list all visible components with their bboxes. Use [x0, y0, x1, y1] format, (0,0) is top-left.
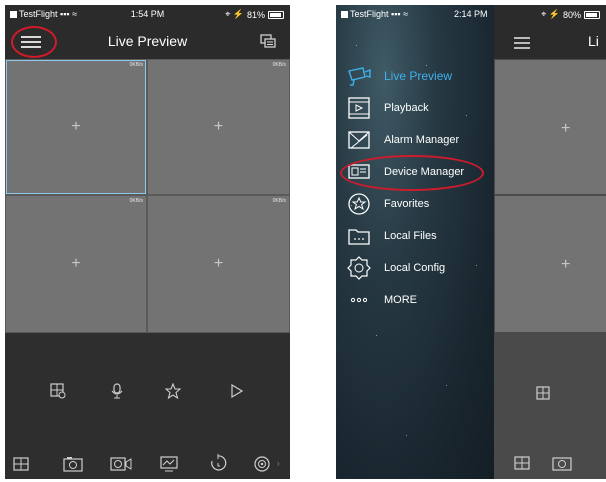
status-battery: ⌖ ⚡ 81% — [225, 9, 284, 20]
status-carrier: TestFlight ▪▪▪ ≈ — [341, 9, 408, 19]
local-config-icon — [347, 256, 371, 280]
page-title: Live Preview — [107, 33, 188, 49]
video-channel-3[interactable]: 0KB/s + — [6, 196, 146, 332]
video-grid: 0KB/s + 0KB/s + 0KB/s + 0KB/s + — [5, 59, 290, 333]
add-channel-icon[interactable]: + — [71, 256, 80, 272]
add-channel-icon[interactable]: + — [214, 119, 223, 135]
add-channel-icon: + — [561, 120, 571, 137]
live-preview-screen: TestFlight ▪▪▪ ≈ 1:54 PM ⌖ ⚡ 81% Live Pre… — [5, 5, 290, 479]
add-channel-icon[interactable]: + — [71, 119, 80, 135]
menu-item-more[interactable]: MORE — [346, 286, 417, 314]
menu-item-favorites[interactable]: Favorites — [346, 190, 429, 218]
menu-item-local-config[interactable]: Local Config — [346, 254, 445, 282]
video-channel-2[interactable]: 0KB/s + — [148, 60, 289, 194]
star-icon[interactable] — [165, 383, 181, 399]
layout-icon — [536, 386, 550, 400]
status-battery: ⌖ ⚡ 80% — [541, 9, 600, 20]
video-record-icon[interactable] — [110, 456, 132, 472]
favorites-icon — [348, 193, 370, 215]
grid-icon — [514, 456, 530, 470]
more-arrow-icon[interactable]: › — [277, 459, 280, 468]
page-title-partial: Li — [588, 33, 599, 49]
add-channel-icon: + — [561, 256, 571, 273]
microphone-icon[interactable] — [110, 383, 124, 399]
play-icon[interactable] — [230, 383, 244, 399]
menu-item-local-files[interactable]: Local Files — [346, 222, 437, 250]
playback-icon — [348, 97, 370, 119]
timer-icon[interactable] — [209, 453, 227, 473]
highlight-ring — [340, 155, 484, 191]
more-icon — [350, 297, 368, 303]
status-bar: TestFlight ▪▪▪ ≈ 1:54 PM ⌖ ⚡ 81% — [5, 5, 290, 23]
local-files-icon — [348, 229, 370, 245]
background-channel: + — [495, 196, 606, 332]
menu-item-playback[interactable]: Playback — [346, 94, 429, 122]
video-channel-1[interactable]: 0KB/s + — [6, 60, 146, 194]
alarm-manager-icon — [348, 131, 370, 149]
title-bar: Live Preview — [5, 23, 290, 59]
bitrate-label: 0KB/s — [129, 198, 143, 204]
status-bar-right: ⌖ ⚡ 80% — [494, 5, 606, 23]
video-channel-4[interactable]: 0KB/s + — [148, 196, 289, 332]
bitrate-label: 0KB/s — [272, 198, 286, 204]
background-channel: + — [495, 60, 606, 194]
side-drawer: TestFlight ▪▪▪ ≈ 2:14 PM Live Preview Pl… — [336, 5, 494, 479]
camera-icon[interactable] — [63, 456, 83, 472]
layout-icon[interactable] — [50, 383, 66, 399]
side-menu-screen: + + ⌖ ⚡ 80% Li TestFlight ▪▪▪ ≈ 2:14 PM … — [336, 5, 606, 479]
status-bar: TestFlight ▪▪▪ ≈ 2:14 PM — [336, 5, 494, 23]
monitor-icon[interactable] — [160, 456, 178, 472]
menu-button[interactable] — [514, 37, 530, 49]
menu-item-alarm-manager[interactable]: Alarm Manager — [346, 126, 459, 154]
bitrate-label: 0KB/s — [272, 62, 286, 68]
add-channel-icon[interactable]: + — [214, 256, 223, 272]
grid-icon[interactable] — [13, 457, 29, 471]
live-preview-icon — [348, 67, 371, 86]
background-preview: + + — [494, 59, 606, 479]
window-switch-icon[interactable] — [260, 34, 276, 48]
control-panel: › — [5, 333, 290, 479]
bitrate-label: 0KB/s — [129, 62, 143, 68]
battery-icon — [268, 10, 284, 19]
status-time: 2:14 PM — [454, 9, 488, 19]
battery-icon — [584, 10, 600, 19]
camera-icon — [552, 457, 572, 471]
menu-item-live-preview[interactable]: Live Preview — [346, 62, 452, 90]
ptz-icon[interactable] — [254, 456, 270, 472]
